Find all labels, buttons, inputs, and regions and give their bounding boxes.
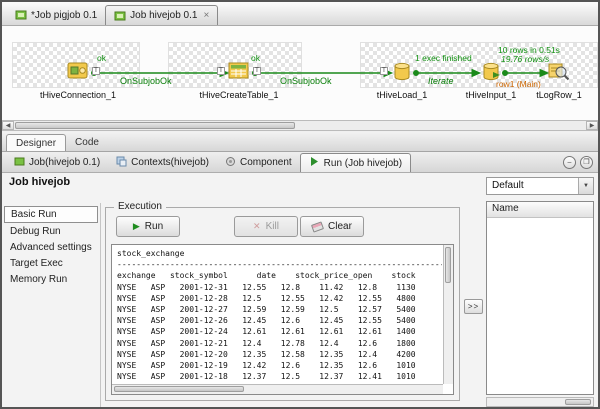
job-view-icon bbox=[14, 156, 25, 170]
connection-label-onsubjobok-1[interactable]: OnSubjobOk bbox=[120, 76, 172, 86]
eraser-icon bbox=[311, 220, 325, 233]
thivecreatetable-icon: T T bbox=[217, 60, 261, 82]
tab-label: Contexts(hivejob) bbox=[131, 157, 209, 168]
clear-button-label: Clear bbox=[328, 221, 352, 232]
play-icon: ▶ bbox=[132, 221, 140, 231]
connection-label-onsubjobok-2[interactable]: OnSubjobOk bbox=[280, 76, 332, 86]
nav-target-exec[interactable]: Target Exec bbox=[4, 256, 98, 271]
name-column-header[interactable]: Name bbox=[487, 202, 593, 218]
expand-button[interactable]: >> bbox=[464, 299, 483, 314]
kill-icon: ✕ bbox=[253, 221, 261, 231]
tab-component-view[interactable]: Component bbox=[217, 153, 300, 172]
nav-advanced-settings[interactable]: Advanced settings bbox=[4, 240, 98, 255]
component-thivecreatetable[interactable]: T T tHiveCreateTable_1 bbox=[194, 60, 284, 100]
nav-memory-run[interactable]: Memory Run bbox=[4, 272, 98, 287]
console-vscrollbar[interactable] bbox=[443, 245, 453, 384]
run-button-label: Run bbox=[144, 221, 164, 232]
tab-label: Job(hivejob 0.1) bbox=[29, 157, 101, 168]
chevron-down-icon[interactable]: ▼ bbox=[578, 178, 593, 194]
close-icon[interactable]: × bbox=[203, 10, 209, 21]
tab-label: Designer bbox=[16, 137, 57, 149]
context-variable-list[interactable]: Name bbox=[486, 201, 594, 395]
context-panel: Default ▼ Name bbox=[486, 173, 594, 407]
scroll-left-icon[interactable]: ◀ bbox=[2, 121, 14, 130]
scrollbar-thumb[interactable] bbox=[445, 247, 451, 283]
tab-label: Code bbox=[75, 137, 99, 148]
scrollbar-thumb[interactable] bbox=[565, 399, 591, 405]
contexts-icon bbox=[116, 156, 127, 170]
minimize-view-icon[interactable]: – bbox=[563, 156, 576, 169]
trigger-handle[interactable]: T bbox=[217, 67, 225, 75]
tab-run-view[interactable]: Run (Job hivejob) bbox=[299, 153, 412, 172]
view-controls: – ❐ bbox=[563, 156, 593, 169]
run-button[interactable]: ▶ Run bbox=[116, 216, 180, 237]
panel-tabbar: Job(hivejob 0.1) Contexts(hivejob) Compo… bbox=[2, 152, 598, 173]
component-view-icon bbox=[225, 156, 236, 170]
tab-label: Component bbox=[239, 157, 292, 168]
context-list-hscrollbar[interactable] bbox=[486, 397, 594, 407]
job-icon bbox=[114, 10, 126, 22]
component-label: tLogRow_1 bbox=[536, 90, 582, 100]
clear-button[interactable]: Clear bbox=[300, 216, 364, 237]
maximize-view-icon[interactable]: ❐ bbox=[580, 156, 593, 169]
kill-button-label: Kill bbox=[265, 221, 279, 232]
tab-contexts-view[interactable]: Contexts(hivejob) bbox=[108, 153, 217, 172]
run-view-icon bbox=[309, 156, 320, 170]
component-label: tHiveConnection_1 bbox=[39, 90, 117, 100]
trigger-handle[interactable]: T bbox=[92, 67, 100, 75]
tab-designer[interactable]: Designer bbox=[6, 134, 67, 151]
trigger-handle[interactable]: T bbox=[253, 67, 261, 75]
tab-job-hivejob[interactable]: Job hivejob 0.1 × bbox=[105, 5, 219, 25]
thiveload-icon: T bbox=[380, 60, 414, 82]
run-view-panel: Job hivejob Basic Run Debug Run Advanced… bbox=[2, 173, 598, 407]
nav-basic-run[interactable]: Basic Run bbox=[4, 206, 98, 223]
talend-studio-window: *Job pigjob 0.1 Job hivejob 0.1 × ok ok … bbox=[0, 0, 600, 409]
component-label: tHiveLoad_1 bbox=[376, 90, 428, 100]
editor-tabbar: *Job pigjob 0.1 Job hivejob 0.1 × bbox=[2, 2, 598, 26]
tab-label: Run (Job hivejob) bbox=[323, 157, 403, 169]
thiveconnection-icon: T bbox=[66, 60, 100, 82]
trigger-handle[interactable]: T bbox=[380, 67, 388, 75]
tab-job-pigjob[interactable]: *Job pigjob 0.1 bbox=[7, 5, 105, 25]
tab-job-view[interactable]: Job(hivejob 0.1) bbox=[6, 153, 108, 172]
job-icon bbox=[15, 9, 27, 21]
console-hscrollbar[interactable] bbox=[112, 384, 443, 394]
run-nav: Basic Run Debug Run Advanced settings Ta… bbox=[2, 203, 101, 407]
component-thiveconnection[interactable]: T tHiveConnection_1 bbox=[33, 60, 123, 100]
console-output: stock_exchange -------------------------… bbox=[117, 249, 442, 382]
design-canvas[interactable]: ok ok 1 exec finished 10 rows in 0.51s 1… bbox=[2, 26, 598, 120]
canvas-hscrollbar[interactable]: ◀ ▶ bbox=[2, 120, 598, 131]
run-view-title: Job hivejob bbox=[9, 176, 71, 188]
execution-group: Execution ▶ Run ✕ Kill Clear stock_excha… bbox=[105, 201, 460, 401]
tab-code[interactable]: Code bbox=[66, 134, 108, 151]
execution-console[interactable]: stock_exchange -------------------------… bbox=[111, 244, 454, 395]
scrollbar-thumb[interactable] bbox=[15, 122, 295, 129]
tab-label: Job hivejob 0.1 bbox=[130, 10, 198, 21]
connection-label-row1-main[interactable]: row1 (Main) bbox=[496, 79, 541, 89]
nav-debug-run[interactable]: Debug Run bbox=[4, 224, 98, 239]
execution-group-label: Execution bbox=[114, 201, 166, 212]
scroll-right-icon[interactable]: ▶ bbox=[586, 121, 598, 130]
view-tabbar: Designer Code bbox=[2, 132, 598, 152]
context-dropdown[interactable]: Default ▼ bbox=[486, 177, 594, 195]
kill-button[interactable]: ✕ Kill bbox=[234, 216, 298, 237]
tab-label: *Job pigjob 0.1 bbox=[31, 9, 98, 21]
tlogrow-icon bbox=[547, 60, 571, 82]
connection-label-iterate[interactable]: Iterate bbox=[428, 76, 454, 86]
scrollbar-thumb[interactable] bbox=[114, 386, 244, 392]
component-label: tHiveCreateTable_1 bbox=[199, 90, 279, 100]
